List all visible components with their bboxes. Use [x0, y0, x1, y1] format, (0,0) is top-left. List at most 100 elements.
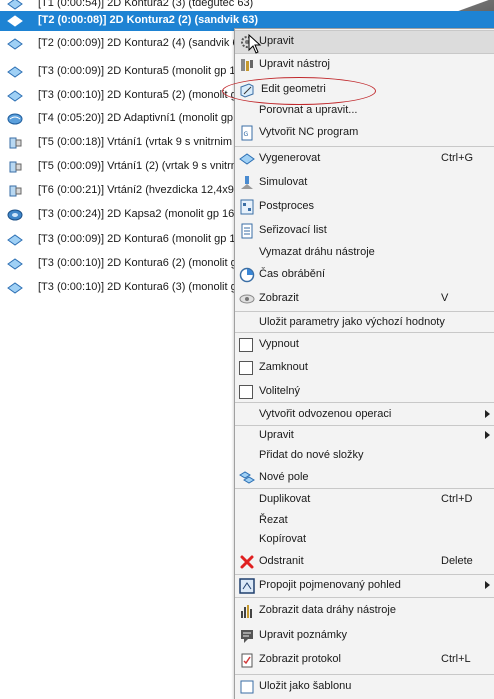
tool-icon: [241, 59, 253, 71]
menu-item-vytvorit-odvozenou[interactable]: Vytvořit odvozenou operaci: [235, 404, 494, 426]
menu-item-label: Vygenerovat: [259, 152, 321, 164]
submenu-arrow-icon: [485, 431, 490, 439]
menu-item-label: Uložit parametry jako výchozí hodnoty: [259, 316, 445, 328]
menu-item-label: Odstranit: [259, 555, 304, 567]
tree-row-label: [T1 (0:00:54)] 2D Kontura2 (3) (tdegutec…: [38, 0, 254, 9]
generate-icon: [239, 153, 255, 165]
contour-icon: [7, 282, 23, 294]
drill-icon: [9, 161, 22, 173]
menu-item-label: Čas obrábění: [259, 268, 326, 280]
menu-item-label: Upravit poznámky: [259, 629, 348, 641]
menu-separator: [235, 597, 494, 598]
new-pattern-icon: [239, 471, 255, 484]
menu-item-vymazat-drahu[interactable]: Vymazat dráhu nástroje: [235, 242, 494, 264]
menu-item-simulovat[interactable]: Simulovat: [235, 172, 494, 194]
menu-item-nove-pole[interactable]: Nové pole: [235, 467, 494, 489]
menu-item-serizovaci-list[interactable]: Seřizovací list: [235, 220, 494, 242]
tree-row-label: [T4 (0:05:20)] 2D Adaptivní1 (monolit gp…: [38, 112, 249, 124]
postprocess-icon: [240, 199, 254, 215]
vypnout-checkbox[interactable]: [239, 338, 253, 352]
setup-sheet-icon: [241, 223, 253, 239]
tree-row-label: [T3 (0:00:10)] 2D Kontura5 (2) (monolit …: [38, 89, 243, 101]
submenu-arrow-icon: [485, 581, 490, 589]
drill-icon: [9, 137, 22, 149]
menu-item-vytvorit-nc[interactable]: G Vytvořit NC program: [235, 122, 494, 144]
menu-item-duplikovat[interactable]: Duplikovat Ctrl+D: [235, 489, 494, 511]
delete-icon: [240, 555, 254, 569]
contour-icon: [7, 66, 23, 78]
menu-item-label: Duplikovat: [259, 493, 311, 505]
tree-row-label: [T3 (0:00:10)] 2D Kontura6 (2) (monolit …: [38, 257, 237, 269]
contour-icon: [7, 234, 23, 246]
menu-item-label: Řezat: [259, 514, 288, 526]
menu-item-label: Zobrazit protokol: [259, 653, 341, 665]
menu-separator: [235, 402, 494, 403]
tree-row-label: [T5 (0:00:09)] Vrtání1 (2) (vrtak 9 s vn…: [38, 160, 237, 172]
tree-row-label: [T3 (0:00:09)] 2D Kontura5 (monolit gp 1…: [38, 65, 246, 77]
menu-item-upravit-nastroj[interactable]: Upravit nástroj: [235, 54, 494, 76]
menu-item-upravit[interactable]: Upravit: [235, 30, 494, 54]
zamknout-checkbox[interactable]: [239, 361, 253, 375]
menu-item-label: Upravit: [259, 429, 294, 441]
contour-icon: [7, 90, 23, 102]
annotation-highlight-oval: [222, 77, 376, 105]
menu-separator: [235, 146, 494, 147]
context-menu: Upravit Upravit nástroj Edit geometri Po…: [234, 28, 494, 699]
menu-item-upravit-poznamky[interactable]: Upravit poznámky: [235, 625, 494, 647]
menu-item-zamknout[interactable]: Zamknout: [235, 357, 494, 379]
shortcut-label: Ctrl+L: [441, 653, 471, 665]
menu-item-vypnout[interactable]: Vypnout: [235, 334, 494, 356]
menu-item-vygenerovat[interactable]: Vygenerovat Ctrl+G: [235, 148, 494, 170]
menu-separator: [235, 674, 494, 675]
shortcut-label: V: [441, 292, 449, 304]
menu-item-zobrazit-protokol[interactable]: Zobrazit protokol Ctrl+L: [235, 649, 494, 671]
menu-item-label: Upravit nástroj: [259, 58, 330, 70]
contour-icon: [7, 38, 23, 50]
submenu-arrow-icon: [485, 410, 490, 418]
toolpath-data-icon: [241, 605, 252, 618]
contour-icon: [7, 15, 23, 27]
tree-row-label: [T3 (0:00:10)] 2D Kontura6 (3) (monolit …: [38, 281, 243, 293]
menu-item-label: Vypnout: [259, 338, 299, 350]
menu-item-zobrazit[interactable]: Zobrazit V: [235, 288, 494, 310]
pocket-icon: [7, 209, 23, 221]
menu-item-label: Přidat do nové složky: [259, 449, 364, 461]
tree-row-label: [T6 (0:00:21)] Vrtání2 (hvezdicka 12,4x9: [38, 184, 234, 196]
eye-icon: [239, 294, 255, 304]
menu-item-label: Nové pole: [259, 471, 309, 483]
template-icon: [240, 680, 254, 694]
menu-item-label: Upravit: [259, 35, 294, 47]
contour-icon: [7, 0, 23, 10]
tree-row-label: [T3 (0:00:24)] 2D Kapsa2 (monolit gp 16): [38, 208, 238, 220]
menu-item-label: Propojit pojmenovaný pohled: [259, 579, 401, 591]
menu-item-ulozit-parametry[interactable]: Uložit parametry jako výchozí hodnoty: [235, 312, 494, 334]
menu-item-cas-obrabeni[interactable]: Čas obrábění: [235, 264, 494, 286]
tree-row-label: [T2 (0:00:08)] 2D Kontura2 (2) (sandvik …: [38, 14, 259, 26]
log-icon: [241, 653, 253, 668]
shortcut-label: Ctrl+G: [441, 152, 474, 164]
menu-item-label: Kopírovat: [259, 533, 307, 545]
menu-item-pridat-do-slozky[interactable]: Přidat do nové složky: [235, 445, 494, 467]
menu-item-ulozit-sablonu[interactable]: Uložit jako šablonu: [235, 676, 494, 698]
menu-item-label: Zobrazit: [259, 292, 299, 304]
menu-item-postproces[interactable]: Postproces: [235, 196, 494, 218]
menu-item-zobrazit-data[interactable]: Zobrazit data dráhy nástroje: [235, 600, 494, 622]
tree-row-label: [T3 (0:00:09)] 2D Kontura6 (monolit gp 1…: [38, 233, 242, 245]
menu-item-label: Zobrazit data dráhy nástroje: [259, 604, 396, 616]
adaptive-icon: [7, 113, 23, 125]
nc-program-icon: G: [241, 125, 253, 141]
menu-item-propojit-pohled[interactable]: Propojit pojmenovaný pohled: [235, 575, 494, 597]
menu-item-label: Volitelný: [259, 385, 300, 397]
tree-row-label: [T2 (0:00:09)] 2D Kontura2 (4) (sandvik …: [38, 37, 249, 49]
menu-item-odstranit[interactable]: Odstranit Delete: [235, 551, 494, 573]
contour-icon: [7, 258, 23, 270]
menu-item-upravit-submenu[interactable]: Upravit: [235, 425, 494, 447]
menu-item-label: Porovnat a upravit...: [259, 104, 358, 116]
menu-item-volitelny[interactable]: Volitelný: [235, 381, 494, 403]
menu-separator: [235, 332, 494, 333]
menu-item-kopirovat[interactable]: Kopírovat: [235, 529, 494, 551]
simulate-icon: [241, 176, 253, 189]
tree-row-label: [T5 (0:00:18)] Vrtání1 (vrtak 9 s vnitrn…: [38, 136, 232, 148]
volitelny-checkbox[interactable]: [239, 385, 253, 399]
svg-text:G: G: [244, 131, 249, 138]
